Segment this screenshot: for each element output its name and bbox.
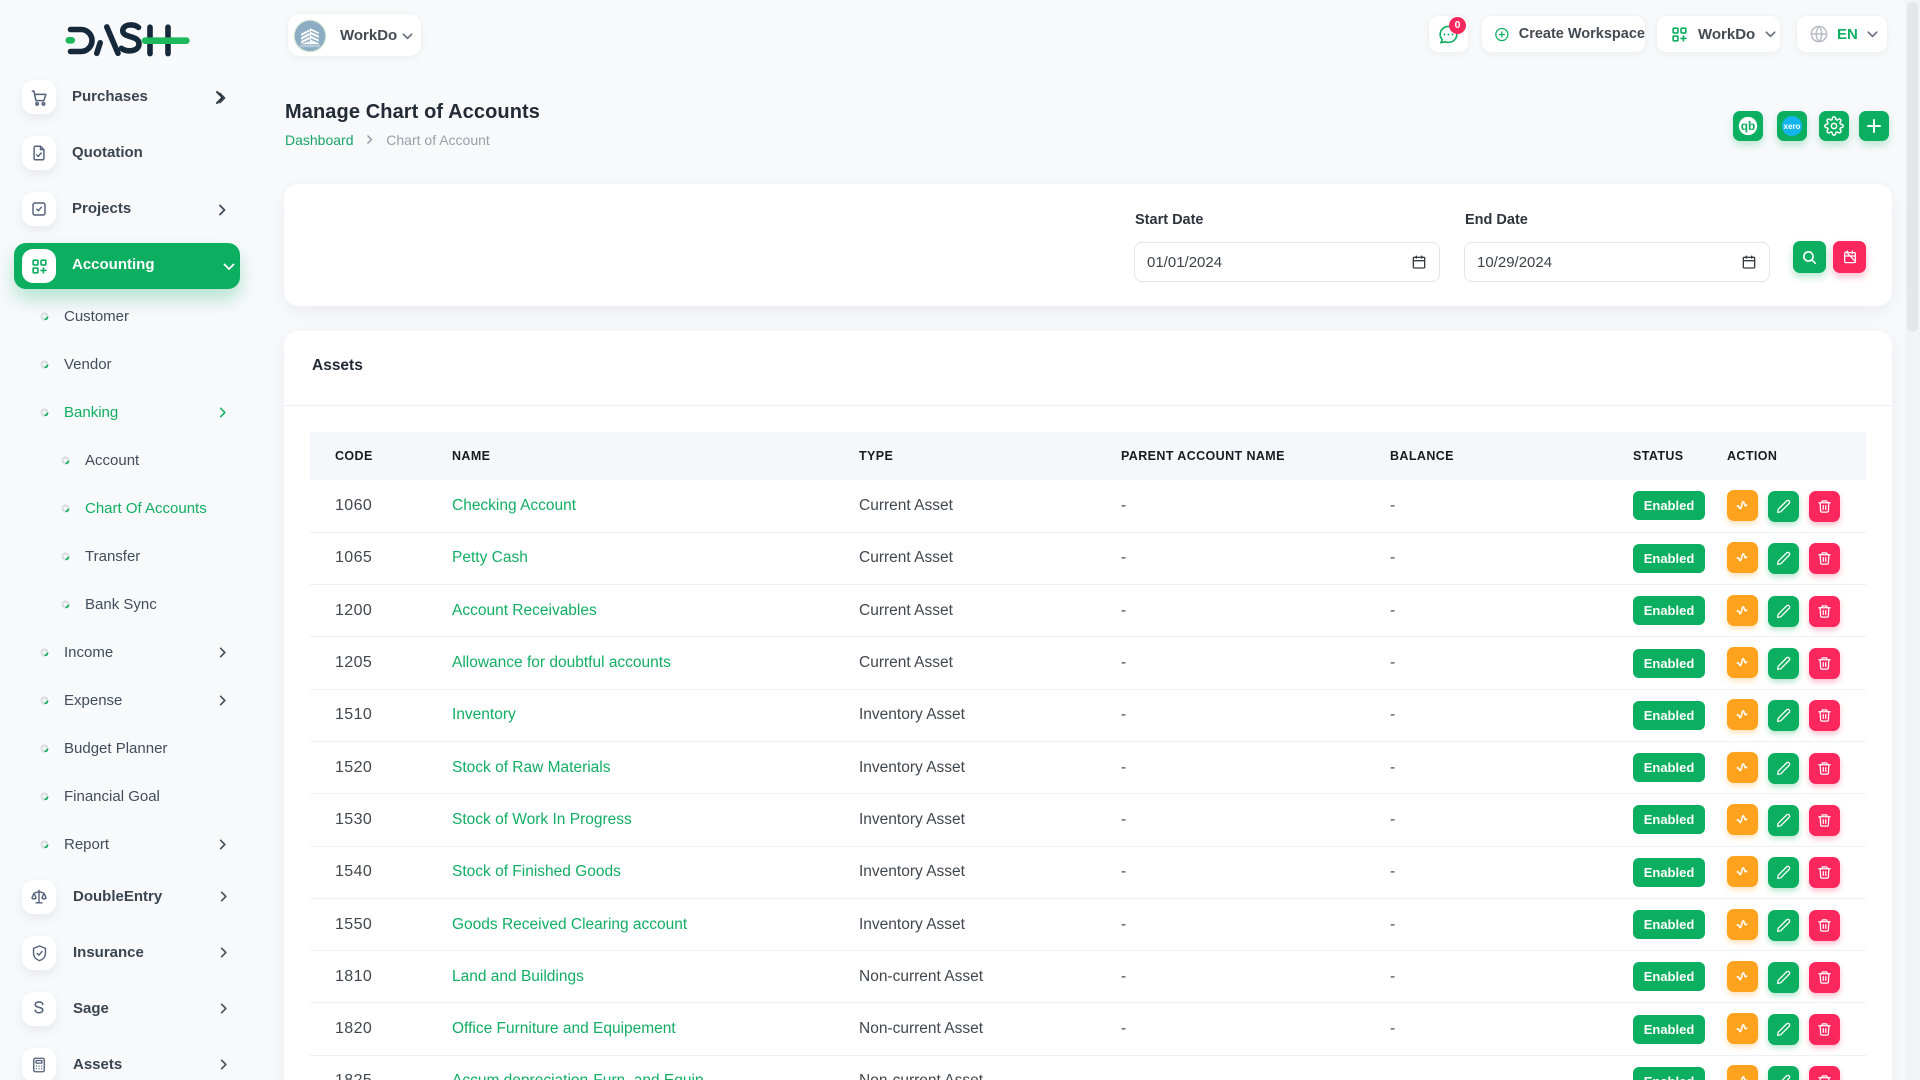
svg-text:xero: xero: [1784, 122, 1801, 131]
svg-text:qb: qb: [1741, 119, 1756, 133]
